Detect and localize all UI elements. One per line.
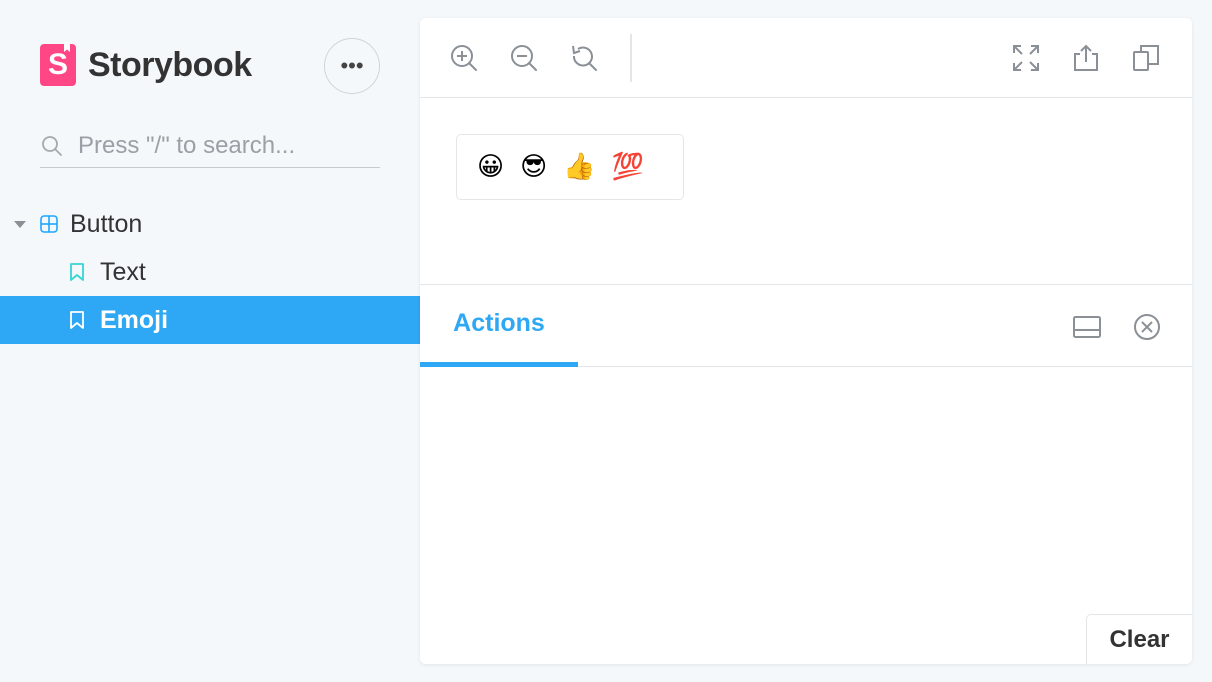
- search-bar: [40, 124, 380, 168]
- sidebar-item-button[interactable]: Button: [0, 200, 420, 248]
- sidebar: S Storybook ••• Button Text: [0, 0, 420, 682]
- more-options-button[interactable]: •••: [324, 38, 380, 94]
- zoom-reset-icon: [572, 45, 597, 71]
- storybook-logo-icon: S: [40, 42, 76, 86]
- toolbar-divider: [630, 34, 632, 82]
- fullscreen-icon: [1013, 45, 1039, 71]
- panel-orientation-icon: [1073, 316, 1101, 338]
- preview-panel: 😀 😎 👍 💯 Actions Clear: [420, 18, 1192, 664]
- caret-down-icon: [14, 220, 26, 228]
- brand-name: Storybook: [88, 45, 252, 84]
- zoom-out-icon: [511, 45, 537, 71]
- emoji-button[interactable]: 😀 😎 👍 💯: [456, 134, 684, 200]
- tab-actions[interactable]: Actions: [420, 285, 578, 367]
- sidebar-item-label: Text: [100, 257, 146, 286]
- bookmark-icon: [70, 311, 84, 329]
- share-icon: [1074, 44, 1098, 71]
- zoom-reset-button[interactable]: [566, 40, 602, 76]
- thumbs-up-emoji: 👍: [563, 152, 596, 182]
- addon-panel: Actions Clear: [420, 284, 1192, 664]
- component-icon: [40, 215, 58, 233]
- zoom-in-icon: [451, 45, 477, 71]
- close-addon-button[interactable]: [1129, 309, 1165, 345]
- story-canvas: 😀 😎 👍 💯: [420, 98, 1192, 286]
- fullscreen-button[interactable]: [1008, 40, 1044, 76]
- grinning-emoji: 😀: [477, 152, 505, 182]
- sidebar-item-text[interactable]: Text: [0, 248, 420, 296]
- sidebar-item-emoji[interactable]: Emoji: [0, 296, 420, 344]
- search-input[interactable]: [78, 131, 368, 160]
- sunglasses-emoji: 😎: [520, 152, 548, 182]
- copy-button[interactable]: [1128, 40, 1164, 76]
- preview-toolbar: [420, 18, 1192, 98]
- panel-orientation-button[interactable]: [1069, 309, 1105, 345]
- zoom-in-button[interactable]: [446, 40, 482, 76]
- sidebar-item-label: Button: [70, 209, 143, 238]
- copy-icon: [1133, 45, 1159, 71]
- ellipsis-icon: •••: [340, 53, 364, 78]
- hundred-points-emoji: 💯: [611, 152, 644, 182]
- sidebar-item-label: Emoji: [100, 305, 169, 334]
- clear-button[interactable]: Clear: [1086, 614, 1192, 664]
- bookmark-icon: [70, 263, 84, 281]
- story-tree: Button Text Emoji: [0, 200, 420, 344]
- brand[interactable]: S Storybook: [40, 42, 252, 86]
- share-button[interactable]: [1068, 40, 1104, 76]
- zoom-out-button[interactable]: [506, 40, 542, 76]
- search-icon: [42, 135, 62, 156]
- close-icon: [1134, 314, 1160, 340]
- addon-tab-bar: Actions: [420, 285, 1192, 367]
